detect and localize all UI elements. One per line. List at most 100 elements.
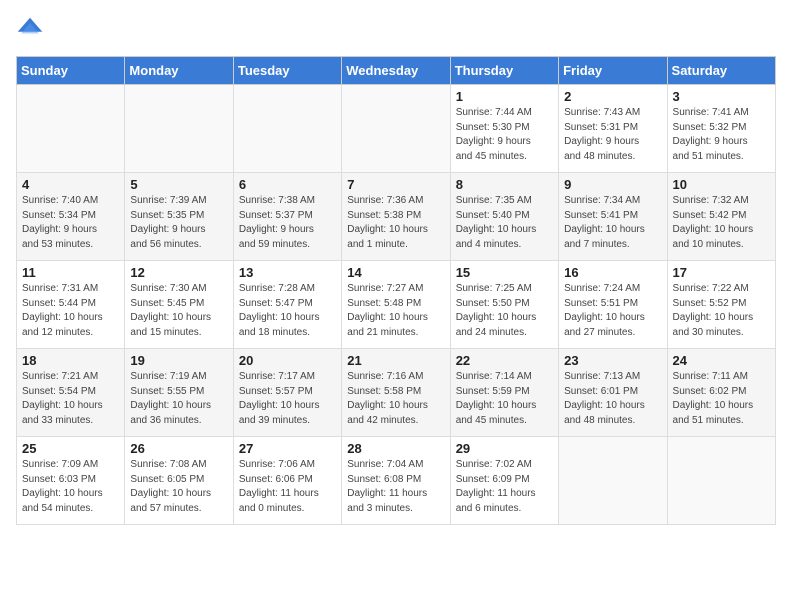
calendar-cell xyxy=(667,437,775,525)
calendar-cell: 18 Sunrise: 7:21 AM Sunset: 5:54 PM Dayli… xyxy=(17,349,125,437)
day-info: Sunrise: 7:44 AM Sunset: 5:30 PM Dayligh… xyxy=(456,106,553,164)
calendar-cell: 17Sunrise: 7:22 AM Sunset: 5:52 PM Dayli… xyxy=(667,261,775,349)
calendar-week-row: 4 Sunrise: 7:40 AM Sunset: 5:34 PM Daylig… xyxy=(17,173,776,261)
day-number: 12 xyxy=(130,265,227,280)
calendar-cell: 14 Sunrise: 7:27 AM Sunset: 5:48 PM Dayli… xyxy=(342,261,450,349)
calendar-cell: 25 Sunrise: 7:09 AM Sunset: 6:03 PM Dayli… xyxy=(17,437,125,525)
day-info: Sunrise: 7:43 AM Sunset: 5:31 PM Dayligh… xyxy=(564,106,661,164)
column-header-tuesday: Tuesday xyxy=(233,57,341,85)
day-info: Sunrise: 7:02 AM Sunset: 6:09 PM Dayligh… xyxy=(456,458,553,516)
day-info: Sunrise: 7:08 AM Sunset: 6:05 PM Dayligh… xyxy=(130,458,227,516)
day-info: Sunrise: 7:32 AM Sunset: 5:42 PM Dayligh… xyxy=(673,194,770,252)
calendar-cell: 6Sunrise: 7:38 AM Sunset: 5:37 PM Daylig… xyxy=(233,173,341,261)
day-info: Sunrise: 7:21 AM Sunset: 5:54 PM Dayligh… xyxy=(22,370,119,428)
calendar-cell: 5 Sunrise: 7:39 AM Sunset: 5:35 PM Daylig… xyxy=(125,173,233,261)
day-number: 26 xyxy=(130,441,227,456)
day-number: 24 xyxy=(673,353,770,368)
calendar-cell: 10Sunrise: 7:32 AM Sunset: 5:42 PM Dayli… xyxy=(667,173,775,261)
calendar-cell: 12 Sunrise: 7:30 AM Sunset: 5:45 PM Dayli… xyxy=(125,261,233,349)
calendar-cell: 19 Sunrise: 7:19 AM Sunset: 5:55 PM Dayli… xyxy=(125,349,233,437)
calendar-cell: 8Sunrise: 7:35 AM Sunset: 5:40 PM Daylig… xyxy=(450,173,558,261)
day-info: Sunrise: 7:17 AM Sunset: 5:57 PM Dayligh… xyxy=(239,370,336,428)
calendar-cell xyxy=(559,437,667,525)
calendar-cell: 16 Sunrise: 7:24 AM Sunset: 5:51 PM Dayli… xyxy=(559,261,667,349)
day-info: Sunrise: 7:16 AM Sunset: 5:58 PM Dayligh… xyxy=(347,370,444,428)
day-info: Sunrise: 7:36 AM Sunset: 5:38 PM Dayligh… xyxy=(347,194,444,252)
day-info: Sunrise: 7:13 AM Sunset: 6:01 PM Dayligh… xyxy=(564,370,661,428)
calendar-cell: 7 Sunrise: 7:36 AM Sunset: 5:38 PM Daylig… xyxy=(342,173,450,261)
calendar-cell: 3 Sunrise: 7:41 AM Sunset: 5:32 PM Daylig… xyxy=(667,85,775,173)
day-number: 2 xyxy=(564,89,661,104)
day-number: 6 xyxy=(239,177,336,192)
day-info: Sunrise: 7:19 AM Sunset: 5:55 PM Dayligh… xyxy=(130,370,227,428)
column-header-monday: Monday xyxy=(125,57,233,85)
page-header xyxy=(16,16,776,44)
calendar-table: SundayMondayTuesdayWednesdayThursdayFrid… xyxy=(16,56,776,525)
day-number: 15 xyxy=(456,265,553,280)
calendar-cell xyxy=(342,85,450,173)
calendar-cell: 15 Sunrise: 7:25 AM Sunset: 5:50 PM Dayli… xyxy=(450,261,558,349)
day-info: Sunrise: 7:27 AM Sunset: 5:48 PM Dayligh… xyxy=(347,282,444,340)
day-info: Sunrise: 7:35 AM Sunset: 5:40 PM Dayligh… xyxy=(456,194,553,252)
calendar-cell: 23 Sunrise: 7:13 AM Sunset: 6:01 PM Dayli… xyxy=(559,349,667,437)
day-number: 27 xyxy=(239,441,336,456)
calendar-cell: 22 Sunrise: 7:14 AM Sunset: 5:59 PM Dayli… xyxy=(450,349,558,437)
day-info: Sunrise: 7:11 AM Sunset: 6:02 PM Dayligh… xyxy=(673,370,770,428)
column-header-thursday: Thursday xyxy=(450,57,558,85)
day-info: Sunrise: 7:31 AM Sunset: 5:44 PM Dayligh… xyxy=(22,282,119,340)
calendar-cell: 11 Sunrise: 7:31 AM Sunset: 5:44 PM Dayli… xyxy=(17,261,125,349)
day-number: 20 xyxy=(239,353,336,368)
day-info: Sunrise: 7:30 AM Sunset: 5:45 PM Dayligh… xyxy=(130,282,227,340)
day-number: 13 xyxy=(239,265,336,280)
calendar-cell: 21Sunrise: 7:16 AM Sunset: 5:58 PM Dayli… xyxy=(342,349,450,437)
day-info: Sunrise: 7:09 AM Sunset: 6:03 PM Dayligh… xyxy=(22,458,119,516)
calendar-header-row: SundayMondayTuesdayWednesdayThursdayFrid… xyxy=(17,57,776,85)
day-number: 25 xyxy=(22,441,119,456)
day-number: 16 xyxy=(564,265,661,280)
calendar-cell: 27 Sunrise: 7:06 AM Sunset: 6:06 PM Dayli… xyxy=(233,437,341,525)
column-header-wednesday: Wednesday xyxy=(342,57,450,85)
day-number: 28 xyxy=(347,441,444,456)
day-number: 19 xyxy=(130,353,227,368)
calendar-cell: 20 Sunrise: 7:17 AM Sunset: 5:57 PM Dayli… xyxy=(233,349,341,437)
calendar-week-row: 18 Sunrise: 7:21 AM Sunset: 5:54 PM Dayli… xyxy=(17,349,776,437)
day-info: Sunrise: 7:14 AM Sunset: 5:59 PM Dayligh… xyxy=(456,370,553,428)
day-number: 18 xyxy=(22,353,119,368)
day-info: Sunrise: 7:39 AM Sunset: 5:35 PM Dayligh… xyxy=(130,194,227,252)
day-number: 29 xyxy=(456,441,553,456)
column-header-saturday: Saturday xyxy=(667,57,775,85)
day-info: Sunrise: 7:40 AM Sunset: 5:34 PM Dayligh… xyxy=(22,194,119,252)
calendar-cell: 24 Sunrise: 7:11 AM Sunset: 6:02 PM Dayli… xyxy=(667,349,775,437)
calendar-cell: 2 Sunrise: 7:43 AM Sunset: 5:31 PM Daylig… xyxy=(559,85,667,173)
calendar-week-row: 11 Sunrise: 7:31 AM Sunset: 5:44 PM Dayli… xyxy=(17,261,776,349)
column-header-sunday: Sunday xyxy=(17,57,125,85)
day-number: 7 xyxy=(347,177,444,192)
day-number: 5 xyxy=(130,177,227,192)
day-number: 14 xyxy=(347,265,444,280)
day-info: Sunrise: 7:24 AM Sunset: 5:51 PM Dayligh… xyxy=(564,282,661,340)
day-number: 23 xyxy=(564,353,661,368)
calendar-cell xyxy=(17,85,125,173)
day-info: Sunrise: 7:04 AM Sunset: 6:08 PM Dayligh… xyxy=(347,458,444,516)
column-header-friday: Friday xyxy=(559,57,667,85)
day-info: Sunrise: 7:06 AM Sunset: 6:06 PM Dayligh… xyxy=(239,458,336,516)
logo-icon xyxy=(16,16,44,44)
day-info: Sunrise: 7:25 AM Sunset: 5:50 PM Dayligh… xyxy=(456,282,553,340)
calendar-cell xyxy=(125,85,233,173)
day-number: 3 xyxy=(673,89,770,104)
calendar-cell xyxy=(233,85,341,173)
day-info: Sunrise: 7:28 AM Sunset: 5:47 PM Dayligh… xyxy=(239,282,336,340)
day-number: 9 xyxy=(564,177,661,192)
day-number: 1 xyxy=(456,89,553,104)
day-number: 11 xyxy=(22,265,119,280)
day-number: 4 xyxy=(22,177,119,192)
calendar-week-row: 25 Sunrise: 7:09 AM Sunset: 6:03 PM Dayli… xyxy=(17,437,776,525)
day-number: 22 xyxy=(456,353,553,368)
calendar-week-row: 1 Sunrise: 7:44 AM Sunset: 5:30 PM Daylig… xyxy=(17,85,776,173)
calendar-cell: 1 Sunrise: 7:44 AM Sunset: 5:30 PM Daylig… xyxy=(450,85,558,173)
calendar-cell: 28 Sunrise: 7:04 AM Sunset: 6:08 PM Dayli… xyxy=(342,437,450,525)
calendar-cell: 9Sunrise: 7:34 AM Sunset: 5:41 PM Daylig… xyxy=(559,173,667,261)
calendar-cell: 4 Sunrise: 7:40 AM Sunset: 5:34 PM Daylig… xyxy=(17,173,125,261)
day-number: 17 xyxy=(673,265,770,280)
day-info: Sunrise: 7:41 AM Sunset: 5:32 PM Dayligh… xyxy=(673,106,770,164)
